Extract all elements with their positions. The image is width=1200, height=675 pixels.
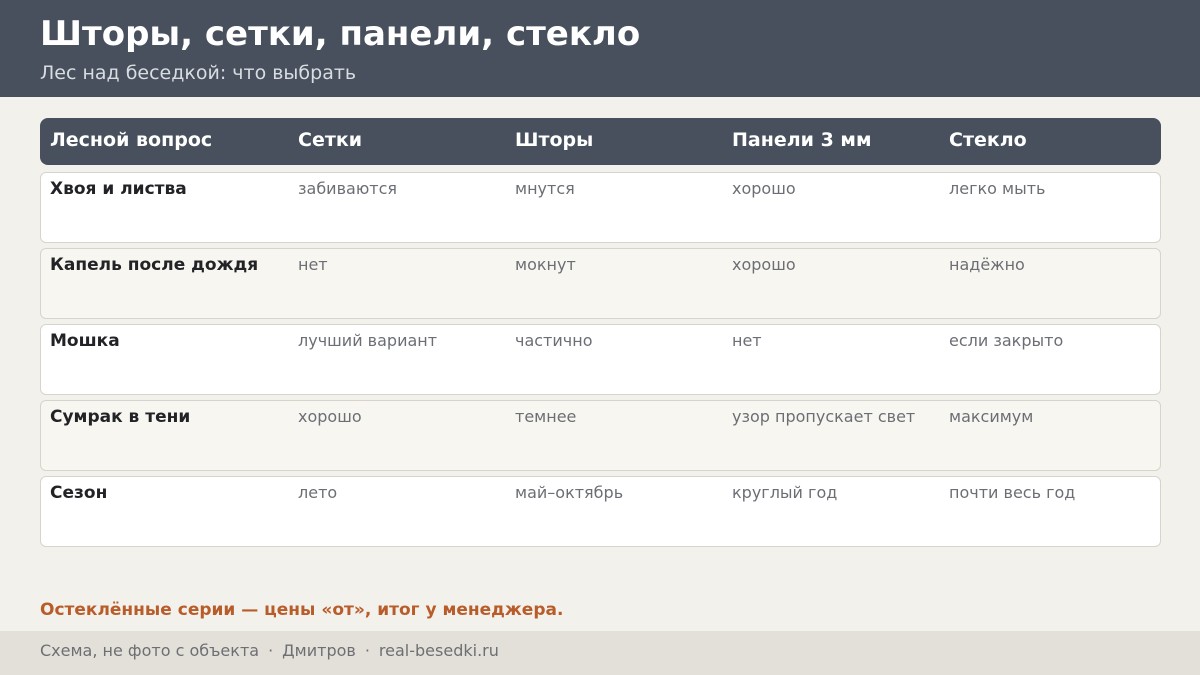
column-header-panels: Панели 3 мм [732,129,872,151]
table-cell: частично [515,331,593,350]
table-row: Сезон лето май–октябрь круглый год почти… [40,476,1161,547]
row-label: Сезон [50,483,108,503]
table-cell: мнутся [515,179,575,198]
footer-city: Дмитров [282,641,356,660]
column-header-glass: Стекло [949,129,1027,151]
page-header: Шторы, сетки, панели, стекло Лес над бес… [0,0,1200,97]
table-cell: темнее [515,407,577,426]
table-cell: нет [732,331,762,350]
table-cell: лучший вариант [298,331,438,350]
table-row: Капель после дождя нет мокнут хорошо над… [40,248,1161,319]
footer-separator: · [268,641,274,660]
price-note: Остеклённые серии — цены «от», итог у ме… [40,600,564,620]
table-cell: если закрыто [949,331,1064,350]
row-label: Мошка [50,331,120,351]
table-cell: мокнут [515,255,576,274]
table-row: Мошка лучший вариант частично нет если з… [40,324,1161,395]
table-cell: круглый год [732,483,838,502]
table-cell: почти весь год [949,483,1076,502]
table-cell: май–октябрь [515,483,624,502]
table-cell: хорошо [732,255,796,274]
table-cell: лето [298,483,338,502]
page-title: Шторы, сетки, панели, стекло [40,14,641,54]
table-cell: максимум [949,407,1034,426]
table-cell: легко мыть [949,179,1046,198]
table-row: Хвоя и листва забиваются мнутся хорошо л… [40,172,1161,243]
table-header: Лесной вопрос Сетки Шторы Панели 3 мм Ст… [40,118,1161,165]
footer: Схема, не фото с объекта · Дмитров · real-be… [0,631,1200,675]
table-cell: хорошо [732,179,796,198]
table-row: Сумрак в тени хорошо темнее узор пропуск… [40,400,1161,471]
row-label: Хвоя и листва [50,179,187,199]
footer-text: Схема, не фото с объекта · Дмитров · real-be… [40,641,499,660]
table-cell: нет [298,255,328,274]
table-cell: надёжно [949,255,1025,274]
page-subtitle: Лес над беседкой: что выбрать [40,62,357,84]
footer-separator: · [364,641,370,660]
footer-website: real-besedki.ru [378,641,499,660]
table-cell: забиваются [298,179,398,198]
table-cell: узор пропускает свет [732,407,916,426]
table-cell: хорошо [298,407,362,426]
footer-caption: Схема, не фото с объекта [40,641,260,660]
row-label: Сумрак в тени [50,407,191,427]
column-header-question: Лесной вопрос [50,129,213,151]
column-header-curtains: Шторы [515,129,594,151]
row-label: Капель после дождя [50,255,259,275]
column-header-nets: Сетки [298,129,363,151]
